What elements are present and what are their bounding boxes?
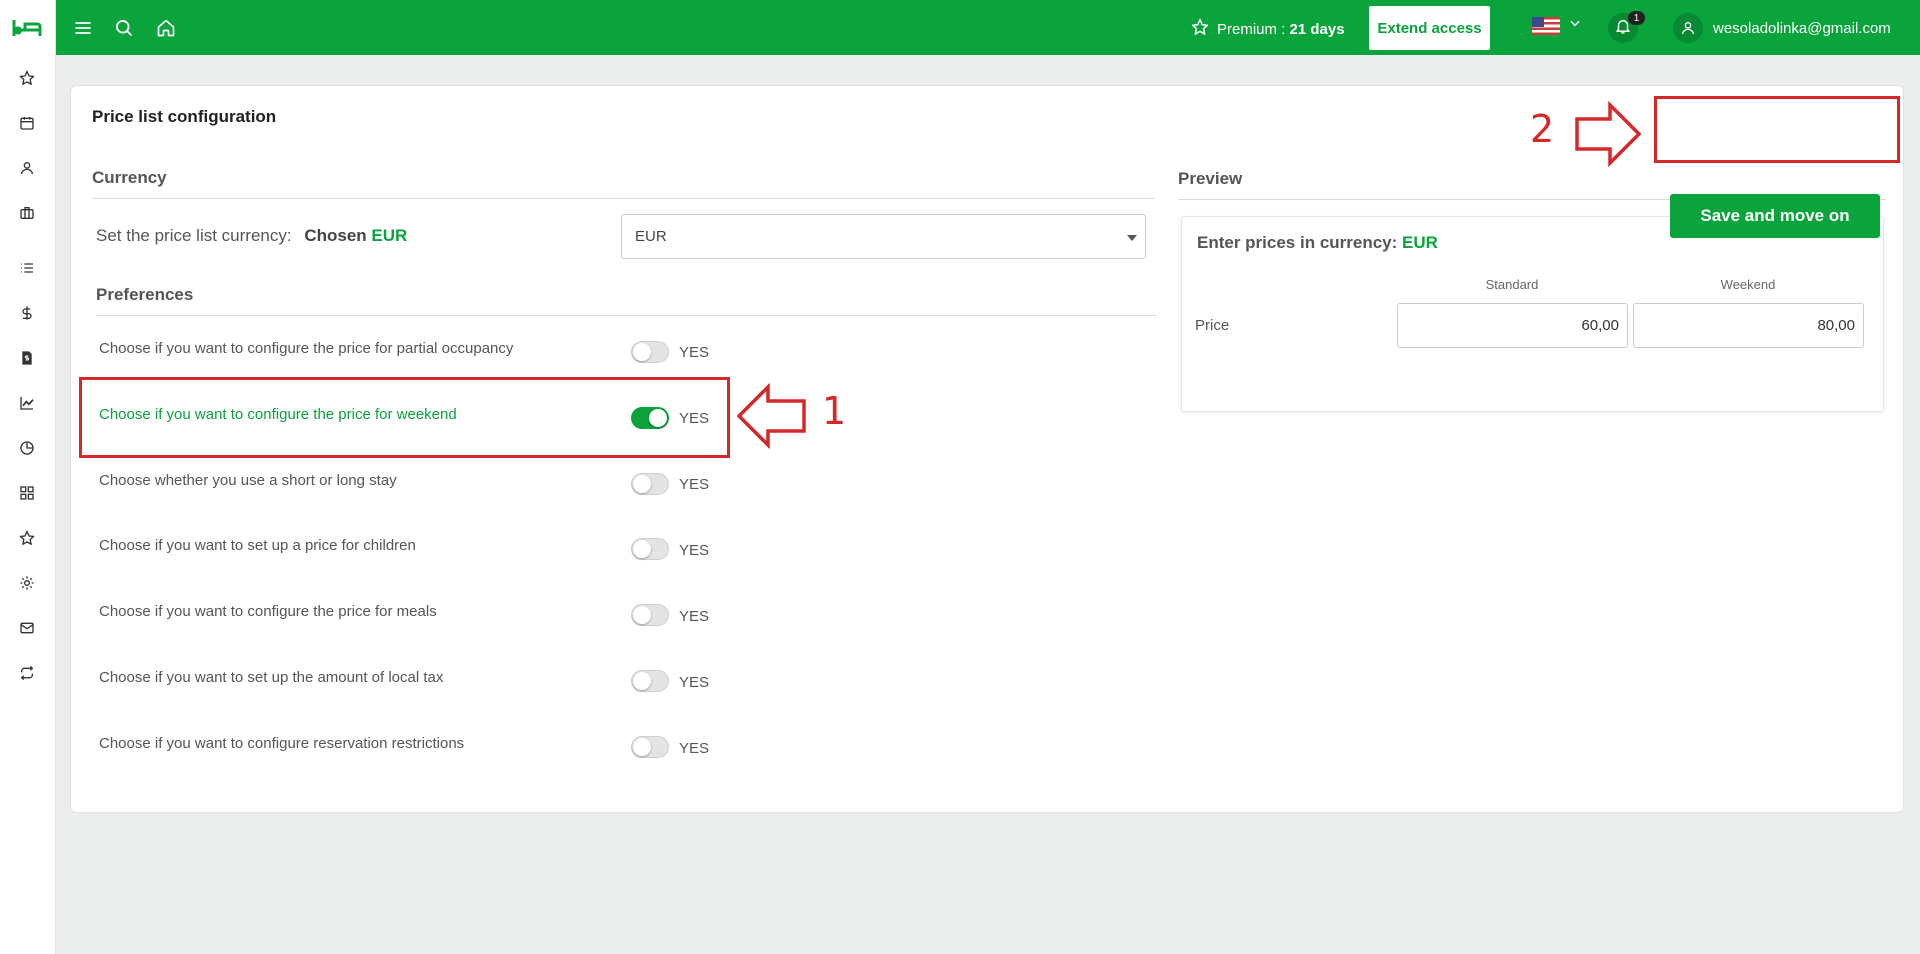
chosen-currency: EUR [371, 226, 408, 245]
extend-access-button[interactable]: Extend access [1369, 6, 1490, 50]
annotation-box-1 [79, 377, 730, 458]
preview-title-text: Enter prices in currency: [1197, 233, 1398, 252]
toggle-yes-label: YES [679, 542, 710, 559]
save-and-move-on-button[interactable]: Save and move on [1670, 194, 1880, 238]
currency-label-text: Set the price list currency: [96, 226, 292, 245]
star-icon [1191, 18, 1209, 40]
pref-restrictions-toggle[interactable] [631, 736, 669, 758]
toggle-yes-label: YES [679, 674, 710, 691]
search-icon[interactable] [112, 16, 136, 40]
chart-line-icon[interactable] [17, 393, 37, 413]
premium-status: Premium : 21 days [1191, 18, 1345, 40]
divider [92, 198, 1155, 199]
caret-down-icon [1127, 235, 1137, 241]
preview-title: Enter prices in currency: EUR [1197, 233, 1438, 253]
annotation-number-1: 1 [822, 389, 847, 433]
grid-icon[interactable] [17, 483, 37, 503]
bed-icon[interactable] [12, 16, 42, 40]
currency-heading: Currency [92, 168, 167, 187]
page-title: Price list configuration [92, 107, 277, 126]
us-flag-icon [1532, 16, 1560, 35]
preview-currency: EUR [1402, 233, 1438, 252]
pref-meals-label: Choose if you want to configure the pric… [99, 603, 437, 620]
top-bar: Premium : 21 days Extend access 1 wesola… [56, 0, 1920, 55]
price-row-label: Price [1195, 317, 1230, 334]
toggle-yes-label: YES [679, 344, 710, 361]
gear-icon[interactable] [17, 573, 37, 593]
pref-short-long-stay-toggle[interactable] [631, 473, 669, 495]
weekend-price-input[interactable]: 80,00 [1633, 303, 1864, 348]
invoice-icon[interactable] [17, 348, 37, 368]
pref-short-long-stay-label: Choose whether you use a short or long s… [99, 472, 397, 489]
pref-partial-occupancy-label: Choose if you want to configure the pric… [99, 340, 514, 357]
annotation-arrow-left-icon [736, 383, 806, 449]
preview-panel: Enter prices in currency: EUR Standard W… [1181, 216, 1884, 412]
list-icon[interactable] [17, 258, 37, 278]
calendar-icon[interactable] [17, 113, 37, 133]
annotation-arrow-right-icon [1575, 101, 1642, 167]
currency-select-value: EUR [635, 228, 667, 245]
avatar [1673, 13, 1703, 43]
annotation-box-2 [1654, 96, 1900, 163]
premium-days: 21 days [1289, 20, 1345, 38]
toggle-yes-label: YES [679, 476, 710, 493]
language-selector[interactable] [1532, 16, 1582, 35]
home-icon[interactable] [154, 16, 178, 40]
sync-icon[interactable] [17, 663, 37, 683]
user-menu[interactable]: wesoladolinka@gmail.com [1673, 13, 1891, 43]
sidebar [0, 0, 56, 954]
currency-select[interactable]: EUR [621, 214, 1146, 259]
annotation-number-2: 2 [1530, 107, 1555, 151]
pref-local-tax-toggle[interactable] [631, 670, 669, 692]
pref-local-tax-label: Choose if you want to set up the amount … [99, 669, 444, 686]
divider [96, 315, 1157, 316]
chosen-label: Chosen [304, 226, 367, 245]
mail-icon[interactable] [17, 618, 37, 638]
pref-meals-toggle[interactable] [631, 604, 669, 626]
pref-children-toggle[interactable] [631, 538, 669, 560]
user-email: wesoladolinka@gmail.com [1713, 19, 1891, 37]
currency-label: Set the price list currency: Chosen EUR [96, 226, 407, 246]
pie-chart-icon[interactable] [17, 438, 37, 458]
briefcase-icon[interactable] [17, 203, 37, 223]
preferences-heading: Preferences [96, 285, 194, 304]
preview-heading: Preview [1178, 169, 1243, 188]
pref-children-label: Choose if you want to set up a price for… [99, 537, 416, 554]
premium-label: Premium : [1217, 20, 1286, 38]
chevron-down-icon [1568, 16, 1582, 35]
pref-restrictions-label: Choose if you want to configure reservat… [99, 735, 465, 752]
star-icon[interactable] [17, 68, 37, 88]
hamburger-menu-icon[interactable] [71, 16, 95, 40]
toggle-yes-label: YES [679, 608, 710, 625]
pref-partial-occupancy-toggle[interactable] [631, 341, 669, 363]
standard-price-input[interactable]: 60,00 [1397, 303, 1628, 348]
dollar-icon[interactable] [17, 303, 37, 323]
user-icon[interactable] [17, 158, 37, 178]
toggle-yes-label: YES [679, 740, 710, 757]
notification-badge: 1 [1628, 11, 1645, 25]
column-weekend-header: Weekend [1720, 277, 1776, 292]
column-standard-header: Standard [1485, 277, 1539, 292]
star-outline-icon[interactable] [17, 528, 37, 548]
